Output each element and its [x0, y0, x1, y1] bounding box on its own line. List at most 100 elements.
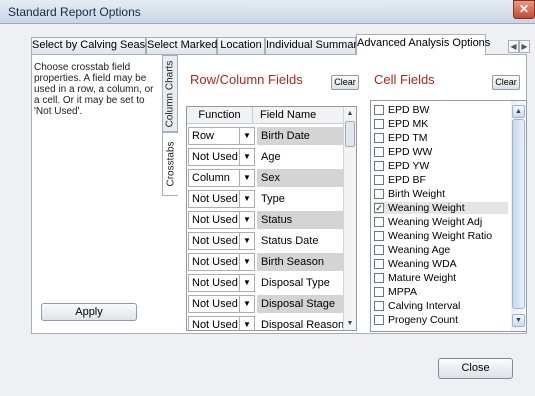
chevron-down-icon[interactable]: ▼ [239, 212, 254, 228]
list-item[interactable]: Weaning Age [374, 244, 508, 256]
list-item-label: EPD BW [388, 104, 430, 116]
function-dropdown[interactable]: Not Used ▼ [188, 274, 255, 292]
list-item[interactable]: EPD MK [374, 118, 508, 130]
chevron-down-icon[interactable]: ▼ [239, 317, 254, 330]
cell-scroll-thumb[interactable] [512, 119, 525, 309]
function-dropdown[interactable]: Not Used ▼ [188, 316, 255, 330]
list-item[interactable]: Birth Weight [374, 188, 508, 200]
list-item-label: Weaning Weight [388, 202, 465, 214]
list-item-label: EPD TM [388, 132, 428, 144]
field-name-column-header[interactable]: Field Name [253, 107, 344, 124]
checkbox[interactable] [374, 259, 384, 269]
list-item[interactable]: ✓ Weaning Weight [374, 202, 508, 214]
function-dropdown[interactable]: Not Used ▼ [188, 211, 255, 229]
list-item[interactable]: Weaning WDA [374, 258, 508, 270]
list-item[interactable]: Progeny Count [374, 314, 508, 326]
checkbox[interactable] [374, 287, 384, 297]
list-item-label: Weaning Weight Ratio [388, 230, 493, 242]
chevron-down-icon[interactable]: ▼ [239, 149, 254, 165]
cell-scroll-up-icon[interactable]: ▲ [512, 105, 525, 118]
tab-column-charts[interactable]: Column Charts [162, 55, 178, 132]
list-item[interactable]: EPD BF [374, 174, 508, 186]
tab-crosstabs[interactable]: Crosstabs [162, 132, 178, 196]
field-name-cell[interactable]: Sex [257, 169, 344, 187]
table-row: Not Used ▼ Type [187, 188, 344, 209]
grid-scroll-down-icon[interactable]: ▼ [344, 317, 356, 330]
close-button[interactable]: Close [438, 358, 513, 379]
tab-advanced-analysis-options[interactable]: Advanced Analysis Options [356, 34, 490, 55]
checkbox[interactable] [374, 273, 384, 283]
function-value: Row [192, 130, 215, 142]
checkbox[interactable] [374, 231, 384, 241]
field-name-cell[interactable]: Disposal Stage [257, 295, 344, 313]
field-name-cell[interactable]: Status [257, 211, 344, 229]
chevron-down-icon[interactable]: ▼ [239, 275, 254, 291]
tab-select-marked[interactable]: Select Marked [146, 37, 217, 54]
list-item[interactable]: Weaning Weight Ratio [374, 230, 508, 242]
list-item[interactable]: Mature Weight [374, 272, 508, 284]
tab-scroll-left-icon[interactable]: ◀ [508, 40, 519, 53]
cell-scroll-down-icon[interactable]: ▼ [512, 314, 525, 327]
field-name-cell[interactable]: Birth Date [257, 127, 344, 145]
cell-list-scrollbar[interactable]: ▲ ▼ [511, 101, 526, 331]
checkbox[interactable] [374, 161, 384, 171]
checkbox[interactable] [374, 217, 384, 227]
function-dropdown[interactable]: Column ▼ [188, 169, 255, 187]
apply-button[interactable]: Apply [41, 303, 137, 321]
row-column-clear-button[interactable]: Clear [331, 75, 359, 90]
list-item[interactable]: EPD BW [374, 104, 508, 116]
tab-location[interactable]: Location [217, 37, 265, 54]
grid-scroll-up-icon[interactable]: ▲ [344, 107, 356, 120]
grid-scroll-thumb[interactable] [345, 121, 355, 147]
window-title: Standard Report Options [8, 5, 141, 19]
field-name-cell[interactable]: Birth Season [257, 253, 344, 271]
table-row: Column ▼ Sex [187, 167, 344, 188]
table-row: Not Used ▼ Disposal Type [187, 272, 344, 293]
function-dropdown[interactable]: Not Used ▼ [188, 148, 255, 166]
function-dropdown[interactable]: Not Used ▼ [188, 295, 255, 313]
function-column-header[interactable]: Function [187, 107, 253, 124]
checkbox[interactable] [374, 245, 384, 255]
tab-select-by-calving-season[interactable]: Select by Calving Season [31, 37, 157, 54]
chevron-down-icon[interactable]: ▼ [239, 128, 254, 144]
checkbox[interactable] [374, 189, 384, 199]
chevron-down-icon[interactable]: ▼ [239, 233, 254, 249]
list-item-label: Weaning Age [388, 244, 451, 256]
chevron-down-icon[interactable]: ▼ [239, 254, 254, 270]
chevron-down-icon[interactable]: ▼ [239, 296, 254, 312]
field-name-cell[interactable]: Age [257, 148, 344, 166]
row-column-fields-title: Row/Column Fields [190, 72, 303, 87]
list-item[interactable]: EPD TM [374, 132, 508, 144]
chevron-down-icon[interactable]: ▼ [239, 191, 254, 207]
chevron-down-icon[interactable]: ▼ [239, 170, 254, 186]
tab-scroll-right-icon[interactable]: ▶ [519, 40, 530, 53]
function-dropdown[interactable]: Not Used ▼ [188, 253, 255, 271]
checkbox[interactable] [374, 315, 384, 325]
checkbox[interactable]: ✓ [374, 203, 384, 213]
window-close-icon[interactable]: ✕ [513, 0, 535, 19]
checkbox[interactable] [374, 147, 384, 157]
field-name-cell[interactable]: Type [257, 190, 344, 208]
checkbox[interactable] [374, 175, 384, 185]
function-dropdown[interactable]: Row ▼ [188, 127, 255, 145]
checkbox[interactable] [374, 105, 384, 115]
tab-individual-summary[interactable]: Individual Summary [265, 37, 363, 54]
list-item[interactable]: Weaning Weight Adj [374, 216, 508, 228]
grid-scrollbar[interactable]: ▲ ▼ [343, 107, 356, 330]
list-item[interactable]: EPD YW [374, 160, 508, 172]
cell-fields-clear-button[interactable]: Clear [492, 75, 520, 90]
list-item-label: Weaning WDA [388, 258, 457, 270]
list-item[interactable]: Calving Interval [374, 300, 508, 312]
function-dropdown[interactable]: Not Used ▼ [188, 190, 255, 208]
function-dropdown[interactable]: Not Used ▼ [188, 232, 255, 250]
list-item[interactable]: EPD WW [374, 146, 508, 158]
grid-header: Function Field Name [187, 107, 344, 124]
field-name-cell[interactable]: Disposal Type [257, 274, 344, 292]
checkbox[interactable] [374, 301, 384, 311]
checkbox[interactable] [374, 133, 384, 143]
cell-fields-title: Cell Fields [374, 72, 435, 87]
checkbox[interactable] [374, 119, 384, 129]
list-item[interactable]: MPPA [374, 286, 508, 298]
field-name-cell[interactable]: Disposal Reason [257, 316, 344, 330]
field-name-cell[interactable]: Status Date [257, 232, 344, 250]
